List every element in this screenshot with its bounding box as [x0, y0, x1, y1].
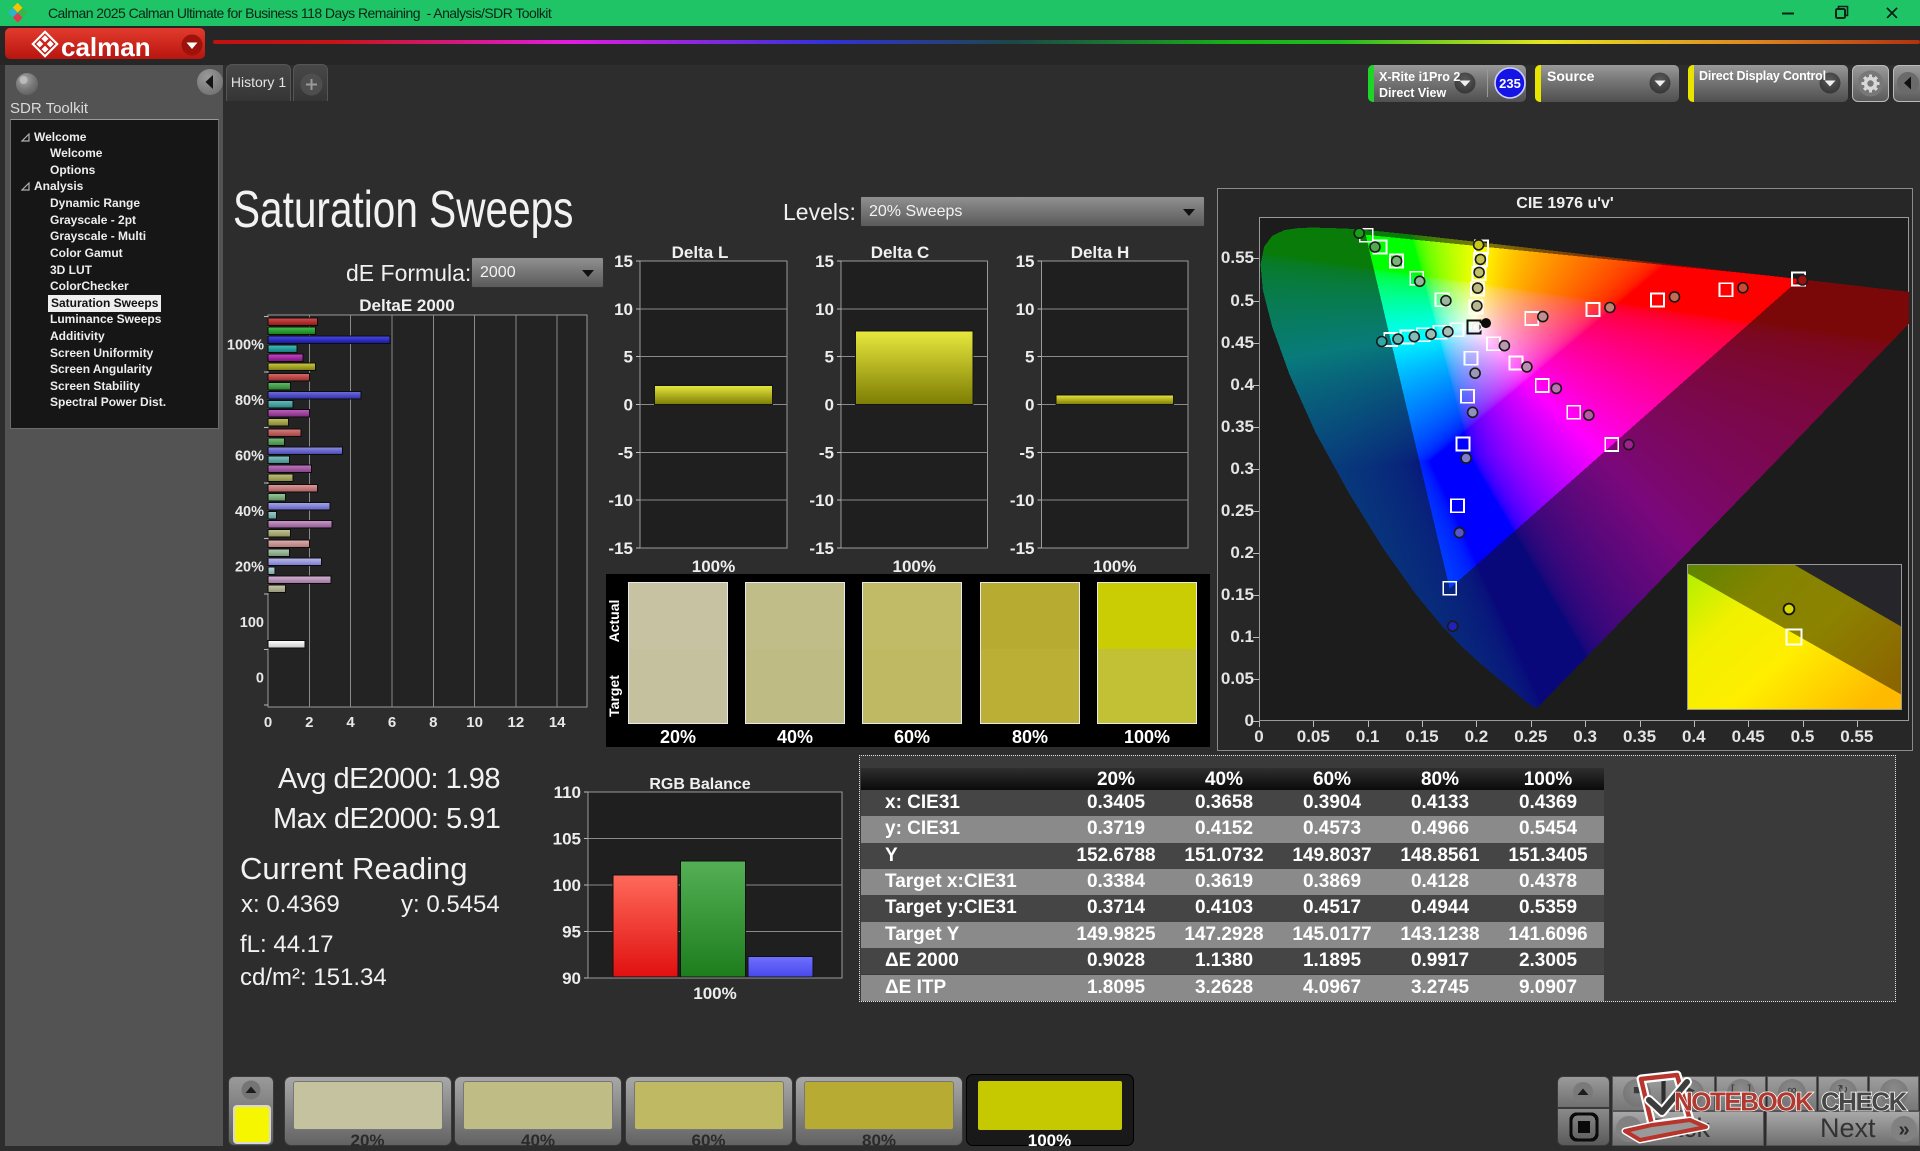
svg-text:20%: 20%	[235, 560, 264, 576]
svg-text:10: 10	[614, 300, 633, 319]
svg-text:10: 10	[1016, 300, 1035, 319]
svg-text:Delta L: Delta L	[672, 243, 729, 262]
svg-text:5: 5	[825, 348, 834, 367]
svg-text:0: 0	[256, 671, 264, 687]
svg-text:5: 5	[624, 348, 633, 367]
svg-text:14: 14	[549, 714, 566, 731]
svg-text:-5: -5	[819, 443, 834, 462]
svg-text:100: 100	[240, 615, 264, 631]
svg-text:0: 0	[624, 396, 633, 415]
svg-text:5: 5	[1025, 348, 1034, 367]
svg-text:80%: 80%	[235, 393, 264, 409]
svg-text:60%: 60%	[235, 449, 264, 465]
svg-text:15: 15	[815, 252, 834, 271]
svg-text:0: 0	[264, 714, 272, 731]
svg-text:90: 90	[562, 969, 581, 988]
svg-text:235: 235	[1499, 76, 1521, 91]
svg-text:95: 95	[562, 923, 581, 942]
svg-text:8: 8	[429, 714, 437, 731]
svg-text:100%: 100%	[227, 338, 264, 354]
svg-text:10: 10	[466, 714, 483, 731]
svg-text:4: 4	[346, 714, 355, 731]
svg-text:110: 110	[554, 783, 581, 802]
svg-text:NOTEBOOK: NOTEBOOK	[1674, 1087, 1814, 1117]
svg-text:CHECK: CHECK	[1821, 1087, 1908, 1117]
svg-text:105: 105	[553, 830, 581, 849]
svg-text:0: 0	[1025, 396, 1034, 415]
svg-text:2: 2	[305, 714, 313, 731]
svg-text:-10: -10	[809, 491, 834, 510]
svg-text:-15: -15	[809, 539, 834, 558]
svg-text:Delta H: Delta H	[1071, 243, 1130, 262]
svg-text:Delta C: Delta C	[871, 243, 930, 262]
svg-text:-15: -15	[1010, 539, 1035, 558]
svg-text:10: 10	[815, 300, 834, 319]
svg-text:DeltaE 2000: DeltaE 2000	[359, 296, 454, 315]
svg-text:0: 0	[825, 396, 834, 415]
svg-text:-10: -10	[1010, 491, 1035, 510]
svg-text:15: 15	[1016, 252, 1035, 271]
svg-text:RGB Balance: RGB Balance	[649, 776, 750, 793]
svg-text:100%: 100%	[693, 984, 736, 1003]
svg-text:-5: -5	[618, 443, 633, 462]
svg-text:-5: -5	[1019, 443, 1034, 462]
svg-text:-10: -10	[608, 491, 633, 510]
svg-text:-15: -15	[608, 539, 633, 558]
svg-text:15: 15	[614, 252, 633, 271]
svg-text:12: 12	[508, 714, 525, 731]
svg-text:100: 100	[553, 876, 581, 895]
svg-text:6: 6	[388, 714, 396, 731]
svg-text:40%: 40%	[235, 504, 264, 520]
